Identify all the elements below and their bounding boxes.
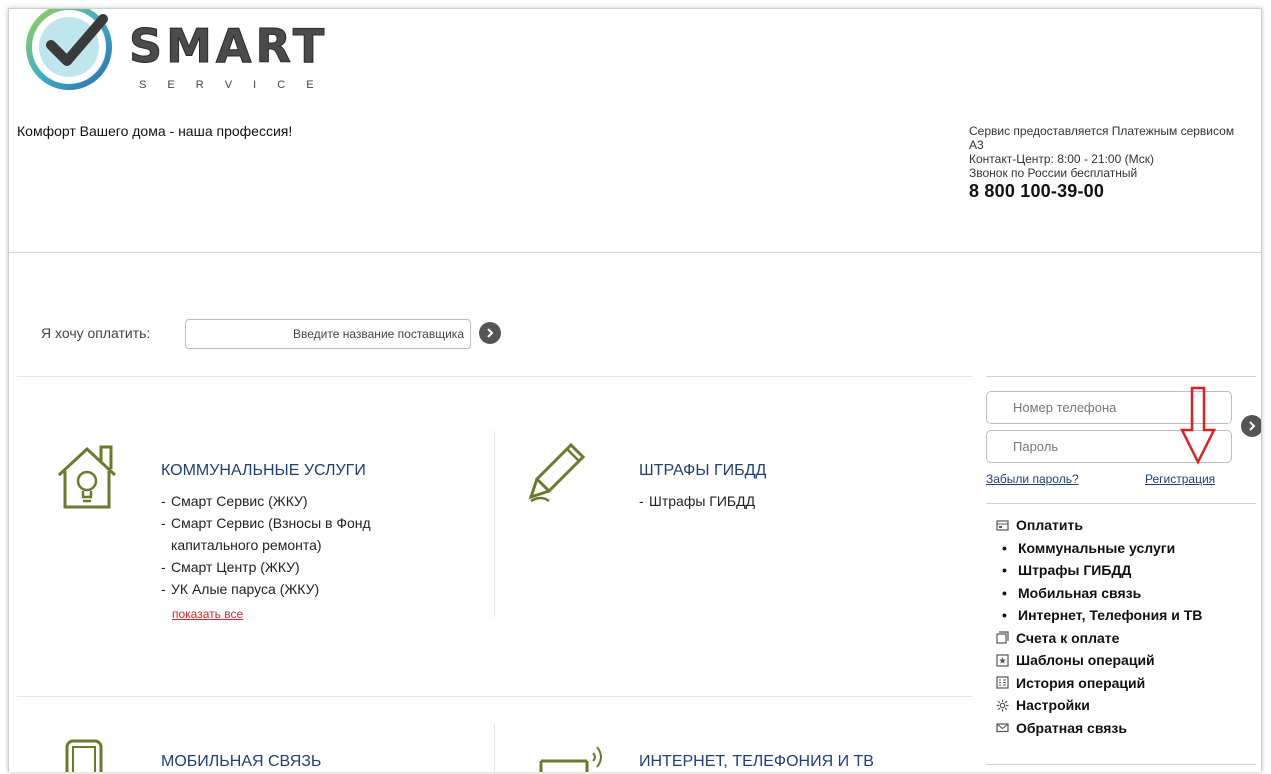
menu-item-label: Обратная связь <box>1016 719 1127 736</box>
document-icon <box>994 630 1010 646</box>
menu-item-label: Коммунальные услуги <box>1018 539 1176 556</box>
provider-line: Сервис предоставляется Платежным сервисо… <box>969 124 1235 152</box>
forgot-password-link[interactable]: Забыли пароль? <box>986 472 1079 486</box>
panel-divider <box>986 503 1256 504</box>
menu-item-bills[interactable]: Счета к оплате <box>994 627 1202 650</box>
provider-link[interactable]: Смарт Центр (ЖКУ) <box>161 556 421 578</box>
column-divider <box>494 724 495 772</box>
menu-subitem-utilities[interactable]: • Коммунальные услуги <box>994 537 1202 560</box>
category-mobile-title[interactable]: МОБИЛЬНАЯ СВЯЗЬ <box>161 753 321 771</box>
house-bulb-icon[interactable] <box>53 441 121 518</box>
tagline: Комфорт Вашего дома - наша профессия! <box>17 123 293 139</box>
logo-word: SMART <box>128 19 329 74</box>
support-phone: 8 800 100-39-00 <box>969 181 1105 201</box>
provider-info: Сервис предоставляется Платежным сервисо… <box>969 124 1249 201</box>
side-menu: Оплатить • Коммунальные услуги • Штрафы ГИ… <box>994 514 1202 739</box>
menu-item-settings[interactable]: Настройки <box>994 694 1202 717</box>
menu-subitem-fines[interactable]: • Штрафы ГИБДД <box>994 559 1202 582</box>
section-divider <box>17 376 972 377</box>
header-divider <box>9 252 1261 253</box>
utilities-provider-list: Смарт Сервис (ЖКУ) Смарт Сервис (Взносы … <box>161 490 421 600</box>
menu-item-history[interactable]: История операций <box>994 672 1202 695</box>
menu-item-label: Счета к оплате <box>1016 629 1120 646</box>
mobile-phone-icon[interactable] <box>61 737 111 772</box>
search-label: Я хочу оплатить: <box>41 325 151 341</box>
list-icon <box>994 675 1010 691</box>
monitor-wifi-icon[interactable] <box>537 739 607 772</box>
envelope-icon <box>994 720 1010 736</box>
provider-link[interactable]: Смарт Сервис (ЖКУ) <box>161 490 421 512</box>
logo-sub: S E R V I C E <box>139 79 323 91</box>
menu-item-label: Мобильная связь <box>1018 584 1142 601</box>
menu-item-pay[interactable]: Оплатить <box>994 514 1202 537</box>
menu-subitem-mobile[interactable]: • Мобильная связь <box>994 582 1202 605</box>
contact-hours: Контакт-Центр: 8:00 - 21:00 (Мск) <box>969 152 1154 166</box>
panel-divider <box>986 764 1256 765</box>
category-fines-title[interactable]: ШТРАФЫ ГИБДД <box>639 462 766 480</box>
gear-icon <box>994 697 1010 713</box>
menu-item-label: Настройки <box>1016 697 1090 714</box>
menu-item-label: Оплатить <box>1016 517 1083 534</box>
menu-item-label: Штрафы ГИБДД <box>1018 562 1132 579</box>
login-go-button[interactable] <box>1241 415 1261 437</box>
menu-item-templates[interactable]: Шаблоны операций <box>994 649 1202 672</box>
smart-service-logo[interactable]: SMART S E R V I C E <box>21 9 341 101</box>
fines-provider-list: Штрафы ГИБДД <box>639 490 879 512</box>
call-free-note: Звонок по России бесплатный <box>969 166 1138 180</box>
menu-item-feedback[interactable]: Обратная связь <box>994 717 1202 740</box>
section-divider <box>17 696 972 697</box>
provider-link[interactable]: Штрафы ГИБДД <box>639 490 879 512</box>
wallet-icon <box>994 517 1010 533</box>
category-internet-title[interactable]: ИНТЕРНЕТ, ТЕЛЕФОНИЯ И ТВ <box>639 753 874 771</box>
page-frame: SMART S E R V I C E Комфорт Вашего дома … <box>8 8 1262 772</box>
star-icon <box>994 652 1010 668</box>
menu-item-label: История операций <box>1016 674 1146 691</box>
register-link[interactable]: Регистрация <box>1145 472 1215 486</box>
menu-item-label: Шаблоны операций <box>1016 652 1155 669</box>
chevron-right-icon <box>487 328 494 338</box>
category-utilities-title[interactable]: КОММУНАЛЬНЫЕ УСЛУГИ <box>161 462 366 480</box>
column-divider <box>494 431 495 617</box>
provider-search-input[interactable] <box>185 319 471 349</box>
menu-subitem-internet[interactable]: • Интернет, Телефония и ТВ <box>994 604 1202 627</box>
provider-link[interactable]: УК Алые паруса (ЖКУ) <box>161 578 421 600</box>
menu-item-label: Интернет, Телефония и ТВ <box>1018 607 1203 624</box>
show-all-link[interactable]: показать все <box>172 607 243 621</box>
pen-icon[interactable] <box>527 441 591 514</box>
provider-link[interactable]: Смарт Сервис (Взносы в Фонд капитального… <box>161 512 421 556</box>
red-arrow-annotation-icon <box>1179 386 1217 466</box>
chevron-right-icon <box>1249 421 1256 431</box>
panel-divider <box>986 376 1256 377</box>
search-go-button[interactable] <box>479 322 501 344</box>
